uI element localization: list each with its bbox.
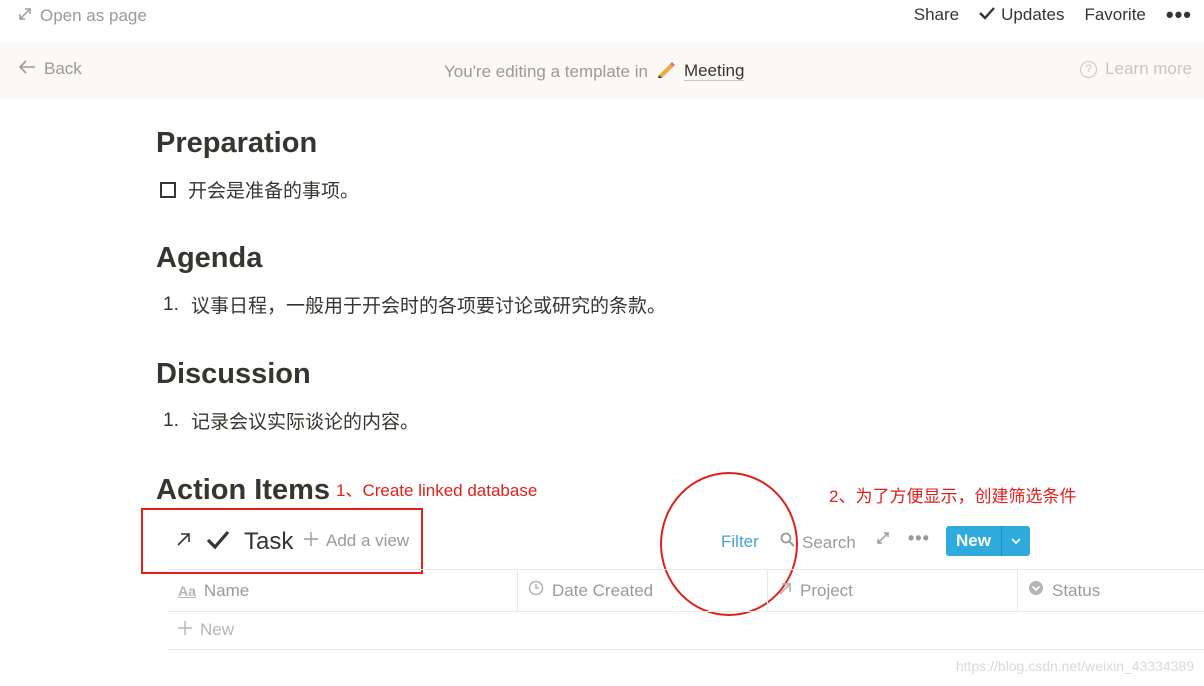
expand-icon (18, 6, 32, 26)
list-number: 1. (163, 293, 179, 315)
plus-icon (178, 620, 192, 640)
search-label: Search (802, 532, 856, 552)
open-as-page-button[interactable]: Open as page (18, 6, 147, 26)
discussion-item-text: 记录会议实际谈论的内容。 (191, 412, 420, 433)
add-new-row-button[interactable]: New (168, 611, 1204, 650)
column-header-status[interactable]: Status (1018, 570, 1204, 611)
top-bar: Open as page Share Updates Favorite ••• (0, 0, 1204, 38)
todo-item: 开会是准备的事项。 (160, 176, 359, 203)
column-label: Date Created (552, 580, 654, 600)
column-header-date-created[interactable]: Date Created (518, 570, 768, 611)
annotation-filter-note: 2、为了方便显示，创建筛选条件 (829, 487, 1077, 506)
new-button-label: New (946, 526, 1001, 556)
column-header-name[interactable]: Aa Name (168, 570, 518, 611)
arrow-left-icon (18, 59, 36, 79)
fullscreen-icon[interactable] (876, 530, 890, 550)
watermark: https://blog.csdn.net/weixin_43334389 (955, 658, 1194, 674)
learn-more-link[interactable]: ? Learn more (1080, 59, 1192, 79)
updates-label: Updates (1001, 5, 1065, 24)
preparation-heading: Preparation (156, 127, 318, 159)
check-icon (979, 5, 996, 25)
todo-checkbox[interactable] (160, 181, 176, 198)
text-icon: Aa (178, 582, 196, 599)
discussion-heading: Discussion (156, 358, 311, 390)
back-label: Back (44, 59, 82, 78)
agenda-heading: Agenda (156, 242, 263, 274)
select-icon (1028, 580, 1044, 601)
more-options-icon[interactable]: ••• (1166, 4, 1192, 26)
column-label: Project (800, 580, 853, 600)
list-number: 1. (163, 409, 179, 431)
database-more-icon[interactable]: ••• (908, 528, 930, 549)
column-header-project[interactable]: Project (768, 570, 1018, 611)
editing-text: You're editing a template in (444, 61, 648, 81)
chevron-down-icon[interactable] (1000, 526, 1030, 556)
updates-button[interactable]: Updates (979, 5, 1064, 25)
annotation-box (141, 508, 423, 574)
annotation-create-linked-db: 1、Create linked database (336, 481, 538, 500)
template-banner: Back You're editing a template in Meetin… (0, 43, 1204, 98)
share-button[interactable]: Share (914, 5, 959, 25)
action-items-heading: Action Items (156, 474, 331, 506)
new-button[interactable]: New (946, 526, 1030, 556)
favorite-button[interactable]: Favorite (1084, 5, 1145, 25)
agenda-item-text: 议事日程，一般用于开会时的各项要讨论或研究的条款。 (191, 296, 667, 317)
relation-arrow-icon (778, 581, 792, 601)
pencil-icon (656, 60, 676, 83)
todo-text: 开会是准备的事项。 (188, 181, 360, 202)
open-as-page-label: Open as page (40, 6, 147, 25)
table-header: Aa Name Date Created Project Status (168, 569, 1204, 612)
column-label: Name (203, 580, 250, 600)
new-row-label: New (200, 620, 235, 639)
back-button[interactable]: Back (18, 59, 82, 79)
clock-icon (528, 580, 544, 601)
top-actions: Share Updates Favorite ••• (914, 4, 1192, 26)
help-icon: ? (1080, 60, 1098, 78)
template-link[interactable]: Meeting (683, 62, 745, 81)
agenda-list-item: 1. 议事日程，一般用于开会时的各项要讨论或研究的条款。 (163, 291, 666, 318)
learn-more-label: Learn more (1105, 59, 1192, 78)
discussion-list-item: 1. 记录会议实际谈论的内容。 (163, 407, 419, 434)
column-label: Status (1052, 580, 1101, 600)
editing-template-notice: You're editing a template in Meeting (444, 60, 745, 83)
